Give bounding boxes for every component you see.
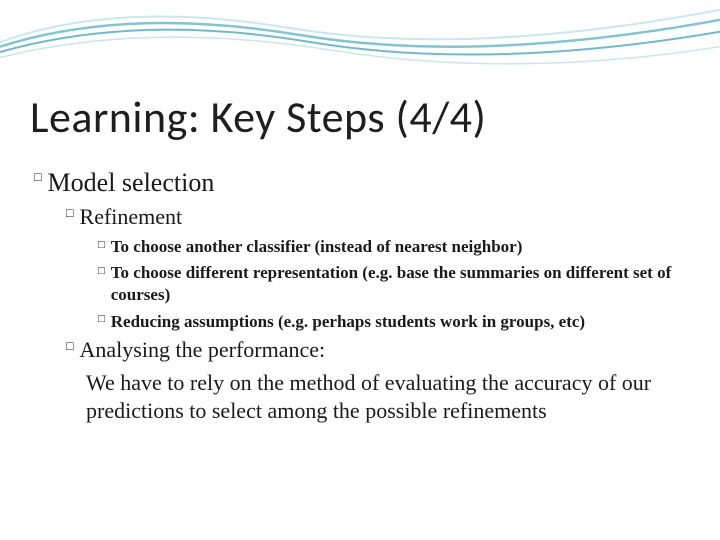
text-performance-body: We have to rely on the method of evaluat… xyxy=(86,369,690,425)
text-analysing-performance: Analysing the performance: xyxy=(80,337,326,363)
text-refinement: Refinement xyxy=(80,204,183,230)
square-bullet-icon: □ xyxy=(98,266,105,277)
bullet-refinement: □ Refinement xyxy=(66,204,690,230)
slide-title: Learning: Key Steps (4/4) xyxy=(30,90,690,144)
square-bullet-icon: □ xyxy=(66,340,74,352)
text-reducing-assumptions: Reducing assumptions (e.g. perhaps stude… xyxy=(111,311,585,333)
bullet-model-selection: □ Model selection xyxy=(34,168,690,198)
bullet-reducing-assumptions: □ Reducing assumptions (e.g. perhaps stu… xyxy=(98,311,690,333)
bullet-choose-representation: □ To choose different representation (e.… xyxy=(98,262,690,306)
text-model-selection: Model selection xyxy=(48,168,215,198)
slide-body: Learning: Key Steps (4/4) □ Model select… xyxy=(0,0,720,451)
square-bullet-icon: □ xyxy=(98,240,105,251)
text-choose-classifier: To choose another classifier (instead of… xyxy=(111,236,523,258)
square-bullet-icon: □ xyxy=(66,207,74,219)
bullet-choose-classifier: □ To choose another classifier (instead … xyxy=(98,236,690,258)
text-choose-representation: To choose different representation (e.g.… xyxy=(111,262,690,306)
square-bullet-icon: □ xyxy=(98,314,105,325)
bullet-analysing-performance: □ Analysing the performance: xyxy=(66,337,690,363)
square-bullet-icon: □ xyxy=(34,171,42,183)
